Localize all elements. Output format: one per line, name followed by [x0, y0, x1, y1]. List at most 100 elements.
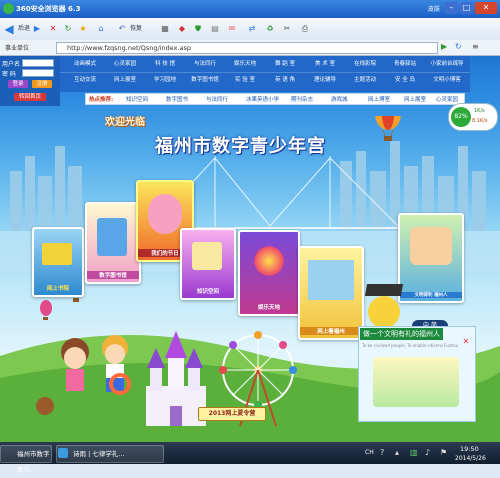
balloon-icon	[40, 300, 52, 320]
hot-link[interactable]: 心灵家园	[436, 95, 458, 103]
hot-link[interactable]: 期刊杂志	[291, 95, 313, 103]
register-button[interactable]: 注册	[32, 80, 52, 88]
forward-icon[interactable]: ▶	[32, 21, 42, 37]
minimize-button[interactable]: –	[445, 2, 458, 14]
book-icon	[97, 218, 127, 256]
flag-icon[interactable]: ⚑	[440, 448, 447, 457]
hot-link[interactable]: 网上博室	[368, 95, 390, 103]
card-online-fuzhou[interactable]: 网上看福州	[298, 246, 364, 340]
nav-item[interactable]: 文明小博客	[425, 74, 469, 86]
go-icon[interactable]: ▶	[441, 42, 447, 51]
login-button[interactable]: 登录	[8, 80, 28, 88]
popup-image	[373, 357, 459, 407]
browser-title-bar: 360安全浏览器 6.3 皮肤 – □ ✕	[0, 0, 500, 18]
welcome-text: 欢迎光临	[105, 117, 145, 128]
browser-logo-icon	[3, 3, 14, 14]
nav-item[interactable]: 舞 蹈 室	[265, 58, 305, 70]
card-digital-library[interactable]: 数字图书馆	[85, 202, 141, 284]
print-icon[interactable]: ⎙	[300, 21, 310, 37]
clock-date[interactable]: 2014/5/26	[455, 455, 486, 462]
shield-icon[interactable]: ⛊	[193, 21, 203, 37]
password-label: 密 码	[2, 71, 16, 78]
nav-item[interactable]: 与法同行	[185, 58, 225, 70]
taskbar-item[interactable]: 福州市数字青少...	[0, 445, 52, 474]
nav-item[interactable]: 在线影院	[345, 58, 385, 70]
username-input[interactable]	[22, 59, 54, 67]
home-icon[interactable]: ⌂	[96, 21, 106, 37]
url-input[interactable]: http://www.fzqsng.net/Qsng/index.asp	[56, 42, 438, 54]
back-label[interactable]: 后退	[16, 21, 32, 37]
browser-toolbar: ◀ 后退 ▶ ✕ ↻ ★ ⌂ ↶ 恢复 ▦ ◆ ⛊ ▤ ✉ ⇄ ♻ ✂ ⎙	[0, 18, 500, 41]
tools-icon[interactable]: ▤	[210, 21, 220, 37]
hot-link[interactable]: 网上展室	[404, 95, 426, 103]
hot-link[interactable]: 数字图书	[166, 95, 188, 103]
nav-item[interactable]: 动画模式	[65, 58, 105, 70]
nav-item[interactable]: 网上展室	[105, 74, 145, 86]
floating-ad-popup[interactable]	[358, 326, 476, 422]
card-label: 数字图书馆	[87, 271, 139, 279]
nav-item[interactable]: 英 语 角	[265, 74, 305, 86]
nav-item[interactable]: 数字图书馆	[185, 74, 225, 86]
nav-item[interactable]: 主题活动	[345, 74, 385, 86]
card-online-academy[interactable]: 网上书院	[32, 227, 84, 297]
clean-icon[interactable]: ♻	[265, 21, 275, 37]
card-knowledge-space[interactable]: 知识空间	[180, 228, 236, 300]
refresh-icon[interactable]: ↻	[63, 21, 73, 37]
balloon-icon	[375, 116, 401, 141]
nav-item[interactable]: 小家前台疏导	[425, 58, 469, 70]
nav-item[interactable]: 心灵家园	[105, 58, 145, 70]
nav-item[interactable]: 安 全 岛	[385, 74, 425, 86]
back-home-button[interactable]: 转回首页	[14, 93, 46, 101]
card-label: 娱乐天地	[257, 305, 280, 311]
refresh-small-icon[interactable]: ↻	[455, 42, 462, 51]
nav-item[interactable]: 科 技 馆	[145, 58, 185, 70]
mail-icon[interactable]: ✉	[227, 21, 237, 37]
house-icon	[42, 243, 72, 265]
url-text[interactable]: http://www.fzqsng.net/Qsng/index.asp	[67, 44, 191, 52]
hot-link[interactable]: 冰果英语小学	[246, 95, 279, 103]
password-input[interactable]	[22, 69, 54, 77]
tray-arrow-icon[interactable]: ▴	[395, 448, 399, 457]
address-bar-label[interactable]: 事业单位	[5, 43, 29, 52]
nav-item[interactable]: 学习园地	[145, 74, 185, 86]
close-button[interactable]: ✕	[475, 2, 497, 14]
nav-item[interactable]: 理论辅导	[305, 74, 345, 86]
nav-item[interactable]: 青春驿站	[385, 58, 425, 70]
translate-icon[interactable]: ⇄	[247, 21, 257, 37]
app-icon	[58, 448, 68, 458]
address-bar: 事业单位 http://www.fzqsng.net/Qsng/index.as…	[0, 40, 500, 56]
popup-subtitle: To be civilized people, To enable citize…	[362, 343, 459, 348]
skin-button[interactable]: 皮肤	[428, 4, 440, 13]
restore-label[interactable]: 恢复	[127, 21, 145, 37]
hot-link[interactable]: 与法同行	[206, 95, 228, 103]
back-icon[interactable]: ◀	[2, 21, 16, 37]
stop-icon[interactable]: ✕	[48, 21, 58, 37]
nav-item[interactable]: 实 验 室	[225, 74, 265, 86]
nav-item[interactable]: 美 术 室	[305, 58, 345, 70]
language-indicator[interactable]: CH	[365, 449, 374, 456]
favorite-star-icon[interactable]: ★	[78, 21, 88, 37]
volume-icon[interactable]: ♪	[425, 448, 430, 457]
laptop-icon	[192, 242, 222, 270]
network-icon[interactable]: ▥	[410, 448, 418, 457]
nav-item[interactable]: 互动交流	[65, 74, 105, 86]
maximize-button[interactable]: □	[460, 2, 473, 14]
menu-icon[interactable]: ≡	[472, 42, 479, 51]
grid-icon[interactable]: ▦	[160, 21, 170, 37]
nav-item[interactable]: 娱乐天地	[225, 58, 265, 70]
taskbar-item[interactable]: 诗雨 | 七律学礼...	[56, 445, 164, 463]
upload-speed: 1K/s	[474, 108, 485, 114]
help-icon[interactable]: ?	[380, 448, 384, 457]
city-photo-icon	[308, 260, 354, 300]
card-entertainment[interactable]: 娱乐天地	[238, 230, 300, 316]
screenshot-icon[interactable]: ✂	[282, 21, 292, 37]
hot-link[interactable]: 游戏城	[331, 95, 348, 103]
hot-label: 热点推荐:	[89, 97, 114, 103]
popup-close-icon[interactable]: ✕	[462, 338, 470, 346]
username-label: 用户名	[2, 61, 21, 68]
card-label: 网上书院	[46, 286, 69, 292]
hot-link[interactable]: 知识空间	[126, 95, 148, 103]
summer-camp-sign[interactable]: 2013网上夏令营	[198, 407, 266, 421]
clock-time[interactable]: 19:50	[460, 445, 479, 453]
plugin-icon[interactable]: ◆	[177, 21, 187, 37]
